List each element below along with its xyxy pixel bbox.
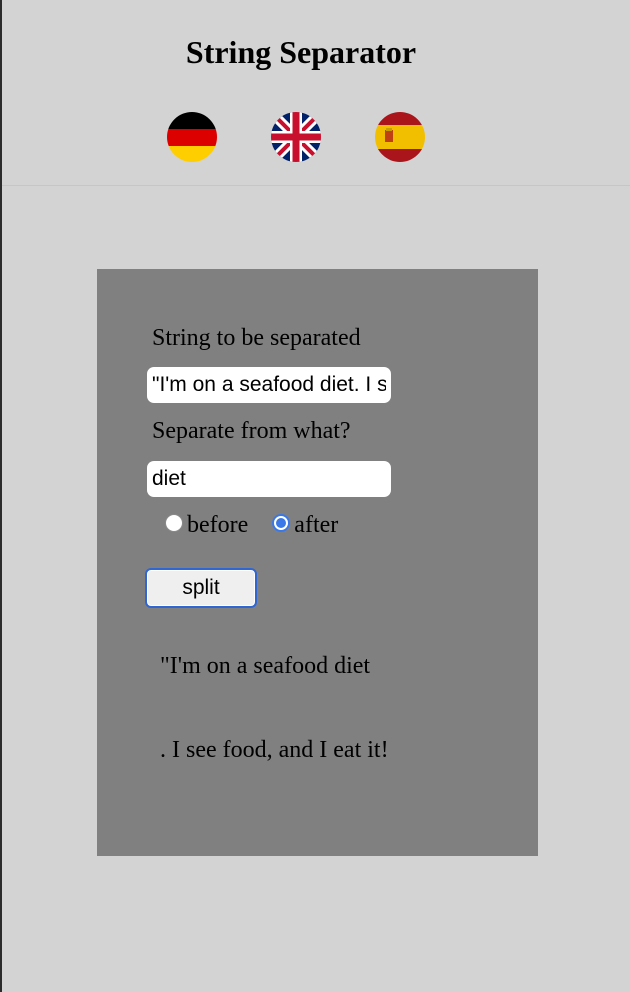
germany-flag-icon[interactable]	[167, 112, 217, 162]
header: String Separator	[2, 0, 630, 186]
separator-panel: String to be separated Separate from wha…	[97, 269, 538, 856]
before-radio-label: before	[187, 512, 249, 538]
separator-input[interactable]	[147, 461, 391, 497]
after-radio-label: after	[294, 512, 339, 538]
before-radio[interactable]	[165, 514, 183, 533]
separator-label: Separate from what?	[152, 418, 351, 444]
result-part-1: "I'm on a seafood diet	[160, 653, 371, 679]
spain-flag-icon[interactable]	[375, 112, 425, 162]
result-part-2: . I see food, and I eat it!	[160, 737, 389, 763]
position-radio-group: before after	[165, 512, 362, 539]
string-input[interactable]	[147, 367, 391, 403]
uk-flag-icon[interactable]	[271, 112, 321, 162]
string-label: String to be separated	[152, 325, 361, 351]
after-radio[interactable]	[272, 514, 291, 533]
split-button[interactable]: split	[145, 568, 257, 608]
page-title: String Separator	[185, 34, 417, 70]
